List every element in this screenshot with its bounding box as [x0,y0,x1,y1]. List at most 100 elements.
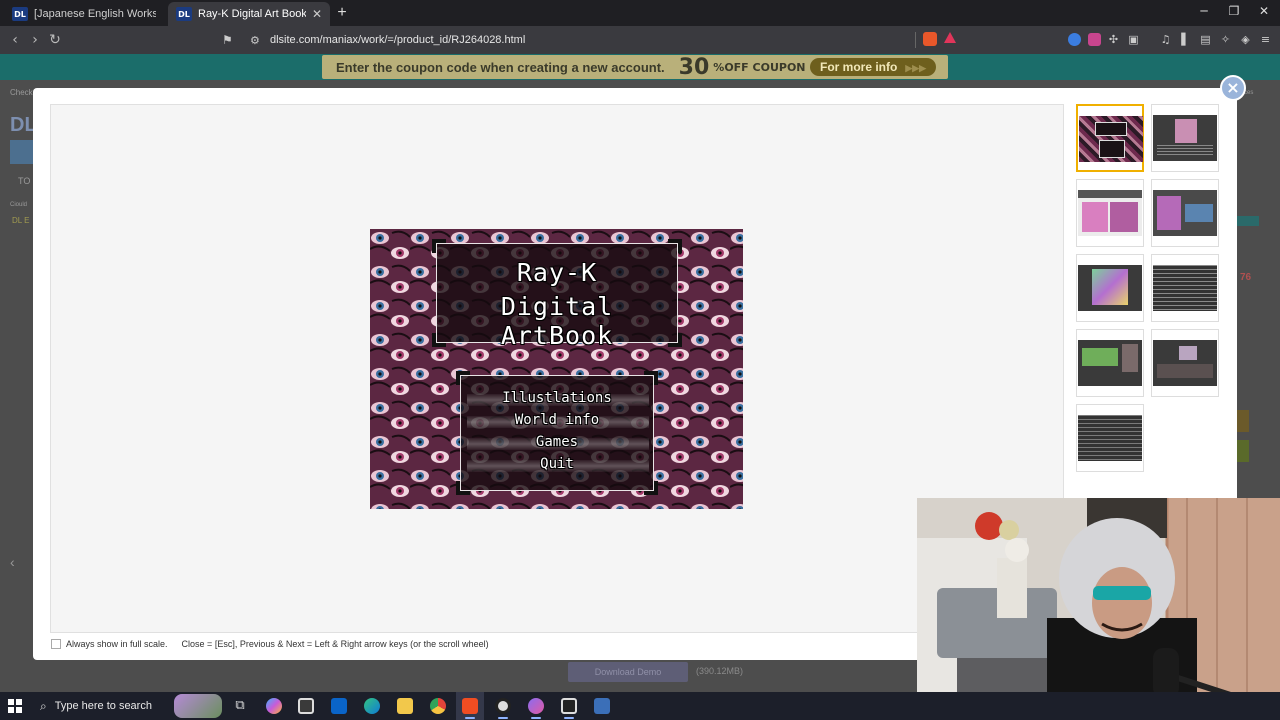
thumbnail-image [1153,190,1217,236]
bookmark-icon[interactable]: ⚑ [222,33,236,47]
thumbnail-3[interactable] [1076,179,1144,247]
url-text[interactable]: dlsite.com/maniax/work/=/product_id/RJ26… [270,34,525,46]
browser-tab[interactable]: DL [Japanese English Works Alingual Ray [4,2,164,26]
thumb-bar [1078,190,1142,198]
bg-fragment: Ciould [10,202,28,208]
browser-toolbar: ‹ › ↻ ⚑ ⚙ dlsite.com/maniax/work/=/produ… [0,26,1280,54]
thumbnail-image [1153,340,1217,386]
thumbnail-image [1078,340,1142,386]
thumb-art [1157,364,1213,378]
dlsite-favicon-icon: DL [12,7,28,21]
frame-corner [668,239,682,253]
tab-title: Ray-K Digital Art Book [FreakilyC [198,8,306,20]
copilot-icon[interactable] [266,698,282,714]
brave-icon[interactable] [462,698,478,714]
back-icon[interactable]: ‹ [6,31,24,49]
menu-panel: Illustlations World info Games Quit [460,375,654,491]
frame-corner [668,333,682,347]
search-highlight-icon[interactable] [174,694,222,718]
close-viewer-button[interactable]: × [1220,75,1246,101]
thumbnail-4[interactable] [1151,179,1219,247]
sidebar-icon[interactable]: ▌ [1179,33,1192,46]
forward-icon[interactable]: › [26,31,44,49]
new-tab-button[interactable]: + [334,4,350,22]
thumb-art [1082,348,1118,366]
menu-item-quit: Quit [540,456,574,472]
bg-block [1237,410,1249,432]
extension-icon[interactable] [1068,33,1081,46]
windows-start-icon[interactable] [8,699,22,713]
viewer-footer: Always show in full scale. Close = [Esc]… [51,638,489,650]
running-indicator [564,717,574,719]
running-indicator [531,717,541,719]
thumbnail-8[interactable] [1151,329,1219,397]
extension-icon[interactable] [1088,33,1101,46]
brave-shield-icon[interactable] [923,32,937,46]
reload-icon[interactable]: ↻ [46,31,64,49]
extensions-puzzle-icon[interactable]: ✣ [1107,33,1120,46]
obs-icon[interactable] [495,698,511,714]
bg-block [1237,216,1259,226]
thumb-art [1175,119,1197,143]
chrome-icon[interactable] [430,698,446,714]
keyboard-hint: Close = [Esc], Previous & Next = Left & … [181,639,489,649]
site-settings-icon[interactable]: ⚙ [250,34,264,47]
thumbnail-image [1078,190,1142,236]
bg-left-arrow-icon: ‹ [10,554,15,570]
bg-block [1237,440,1249,462]
full-scale-checkbox[interactable] [51,639,61,649]
menu-item-world-info: World info [514,412,600,428]
notepad-icon[interactable] [561,698,577,714]
thumb-art [1110,202,1138,232]
frame-corner [644,481,658,495]
app-icon[interactable] [528,698,544,714]
vpn-icon[interactable]: ◈ [1239,33,1252,46]
brave-rewards-icon[interactable] [944,32,956,43]
menu-icon[interactable]: ≡ [1259,33,1272,46]
calculator-icon[interactable] [594,698,610,714]
bg-fragment: Check [10,88,33,97]
edge-icon[interactable] [364,698,380,714]
thumb-art [1157,196,1181,230]
download-demo-button[interactable]: Download Demo [568,662,688,682]
more-info-label: For more info [820,60,898,74]
close-window-button[interactable]: ✕ [1254,4,1274,18]
microsoft-store-icon[interactable] [298,698,314,714]
webcam-scene [917,498,1280,720]
file-explorer-icon[interactable] [397,698,413,714]
thumbnail-image [1153,265,1217,311]
thumbnail-image [1078,265,1142,311]
coupon-banner-box[interactable]: Enter the coupon code when creating a ne… [322,54,948,80]
minimize-button[interactable]: ─ [1194,4,1214,18]
outlook-icon[interactable] [331,698,347,714]
webcam-overlay [917,498,1280,720]
thumbnail-9[interactable] [1076,404,1144,472]
wallet-icon[interactable]: ▤ [1199,33,1212,46]
more-info-button[interactable]: For more info ▶▶▶ [810,58,936,76]
address-bar[interactable]: ⚑ ⚙ dlsite.com/maniax/work/=/product_id/… [222,29,962,51]
search-icon: ⌕ [40,698,47,713]
browser-tab-active[interactable]: DL Ray-K Digital Art Book [FreakilyC ✕ [168,2,330,26]
menu-item-games: Games [535,434,579,450]
restore-button[interactable]: ❐ [1224,4,1244,18]
coupon-percent: 30 [678,54,710,80]
thumbnail-5[interactable] [1076,254,1144,322]
leo-ai-icon[interactable]: ✧ [1219,33,1232,46]
thumbnail-6[interactable] [1151,254,1219,322]
tab-close-icon[interactable]: ✕ [312,7,322,21]
coupon-off-label: %OFF COUPON [713,60,806,74]
thumbnail-1[interactable] [1076,104,1144,172]
bg-fragment: TO [18,176,31,186]
media-icon[interactable]: ♫ [1159,33,1172,46]
task-view-icon[interactable]: ⧉ [232,698,248,714]
main-preview-image[interactable]: Ray-K Digital ArtBook Illustlations Worl… [370,229,743,509]
thumb-title-box [1095,122,1127,136]
arrow-dots-icon: ▶▶▶ [905,63,927,73]
full-scale-label[interactable]: Always show in full scale. [66,639,168,649]
thumbnail-image [1079,116,1143,162]
browser-tab-bar: DL [Japanese English Works Alingual Ray … [0,0,1280,26]
thumbnail-2[interactable] [1151,104,1219,172]
thumbnail-7[interactable] [1076,329,1144,397]
bg-fragment: DL E [12,216,30,225]
screenshot-icon[interactable]: ▣ [1127,33,1140,46]
